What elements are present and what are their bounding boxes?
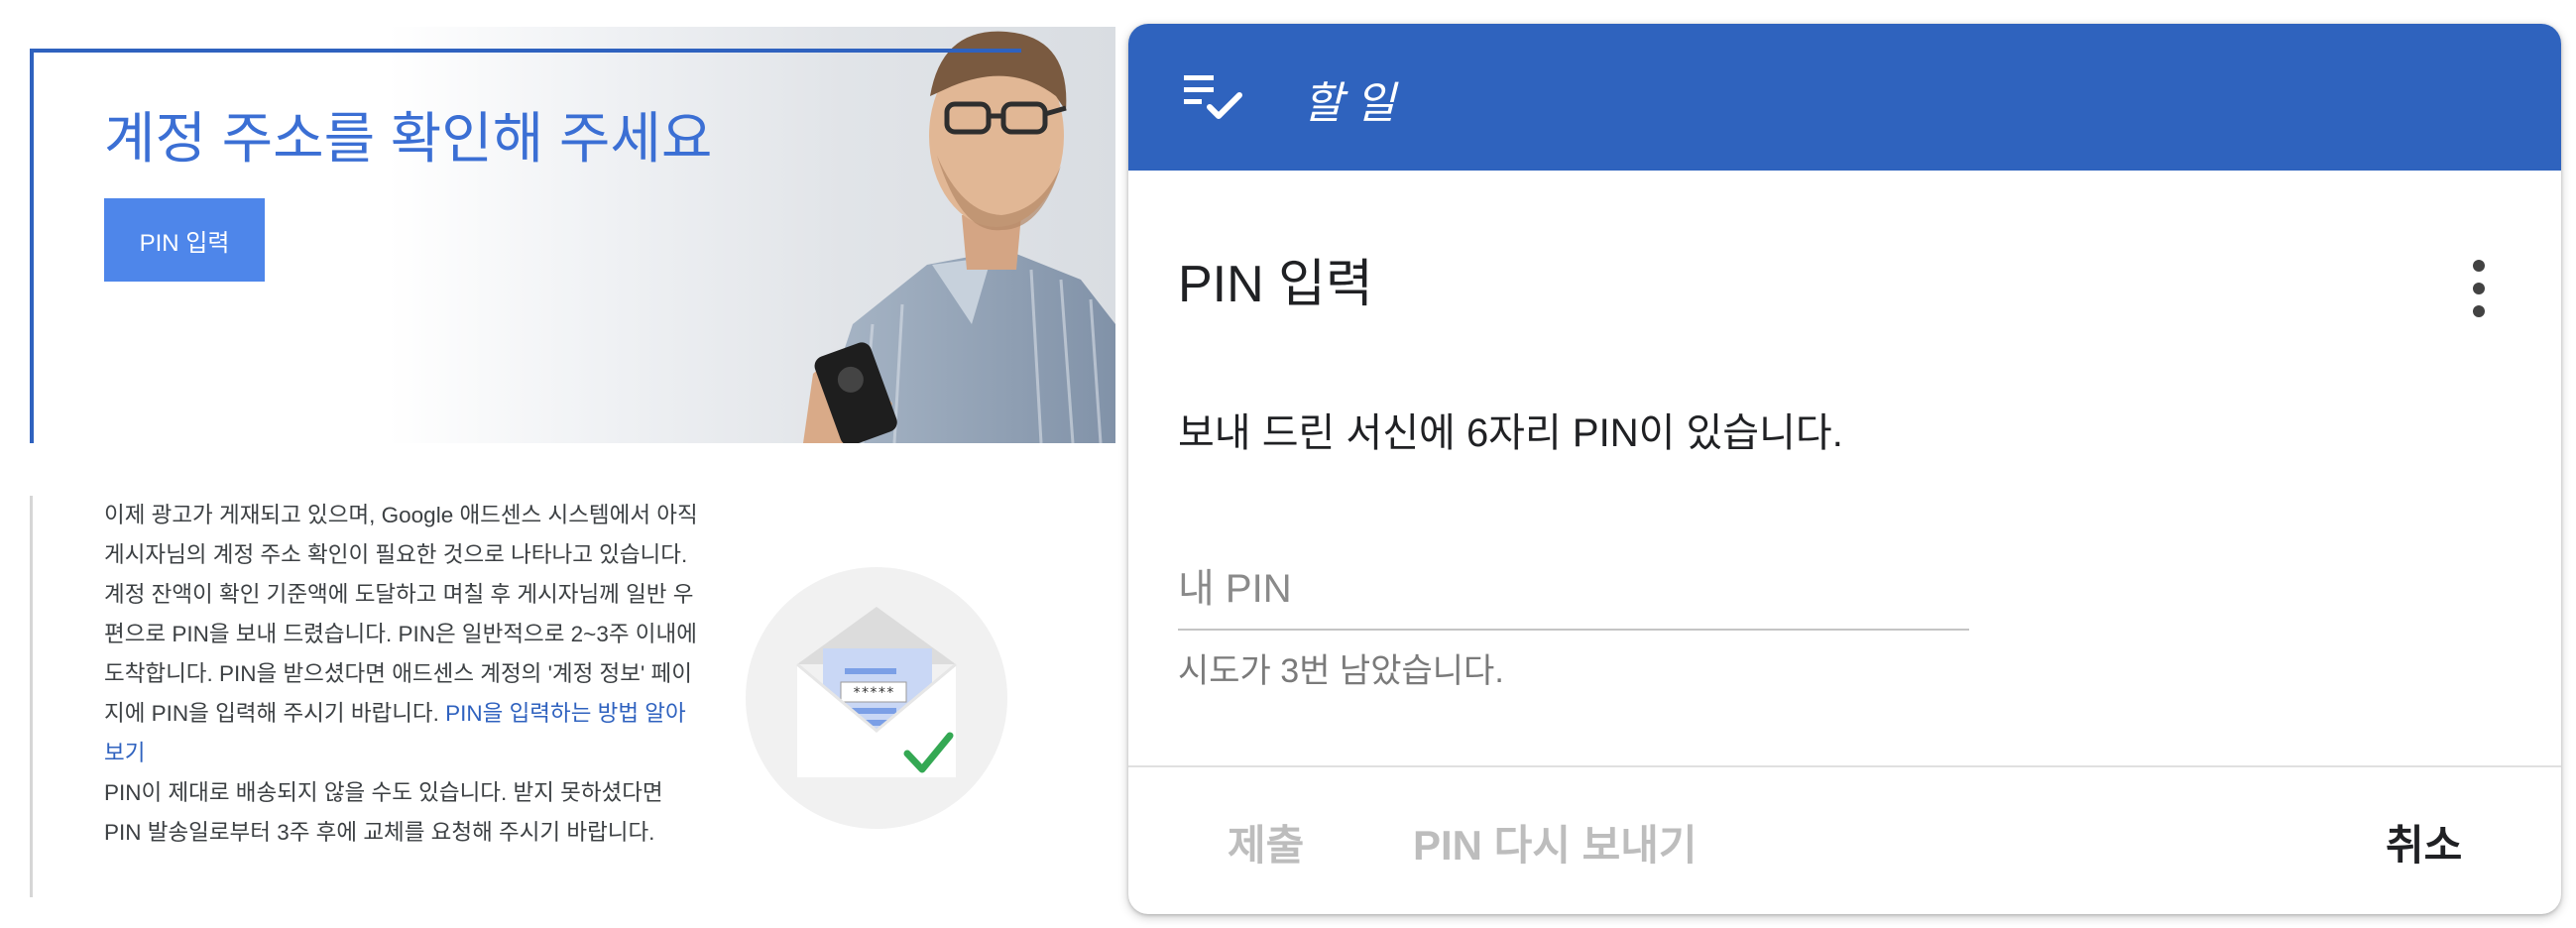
hero-title: 계정 주소를 확인해 주세요 <box>104 107 713 170</box>
tasks-checklist-icon <box>1184 75 1242 119</box>
hero-border-top <box>30 49 1021 53</box>
info-paragraph-2: 계정 잔액이 확인 기준액에 도달하고 며칠 후 게시자님께 일반 우편으로 P… <box>104 575 704 773</box>
hero-banner: 계정 주소를 확인해 주세요 PIN 입력 <box>30 27 1115 443</box>
enter-pin-button[interactable]: PIN 입력 <box>104 198 265 282</box>
hero-border-left <box>30 49 34 443</box>
envelope-check-icon: ***** <box>746 567 1007 829</box>
attempts-helper-text: 시도가 3번 남았습니다. <box>1178 652 1504 690</box>
more-vert-icon[interactable] <box>2459 254 2499 323</box>
pin-input[interactable] <box>1178 549 1969 631</box>
dialog-message: 보내 드린 서신에 6자리 PIN이 있습니다. <box>1178 411 1843 455</box>
person-with-phone-photo <box>803 31 1115 443</box>
cancel-button[interactable]: 취소 <box>2386 812 2462 872</box>
envelope-pin-mask: ***** <box>853 685 894 701</box>
header-title: 할 일 <box>1303 79 1396 128</box>
info-text: 이제 광고가 게재되고 있으며, Google 애드센스 시스템에서 아직 게시… <box>30 496 704 897</box>
info-paragraph-3: PIN이 제대로 배송되지 않을 수도 있습니다. 받지 못하셨다면 PIN 발… <box>104 780 663 845</box>
actions-divider <box>1128 765 2561 767</box>
info-paragraph-1: 이제 광고가 게재되고 있으며, Google 애드센스 시스템에서 아직 게시… <box>104 503 698 567</box>
pin-entry-dialog: 할 일 PIN 입력 보내 드린 서신에 6자리 PIN이 있습니다. 시도가 … <box>1128 24 2561 914</box>
dialog-title: PIN 입력 <box>1178 256 1373 313</box>
resend-pin-button[interactable]: PIN 다시 보내기 <box>1413 812 1698 872</box>
dialog-header: 할 일 <box>1128 24 2561 171</box>
submit-button[interactable]: 제출 <box>1228 812 1304 872</box>
